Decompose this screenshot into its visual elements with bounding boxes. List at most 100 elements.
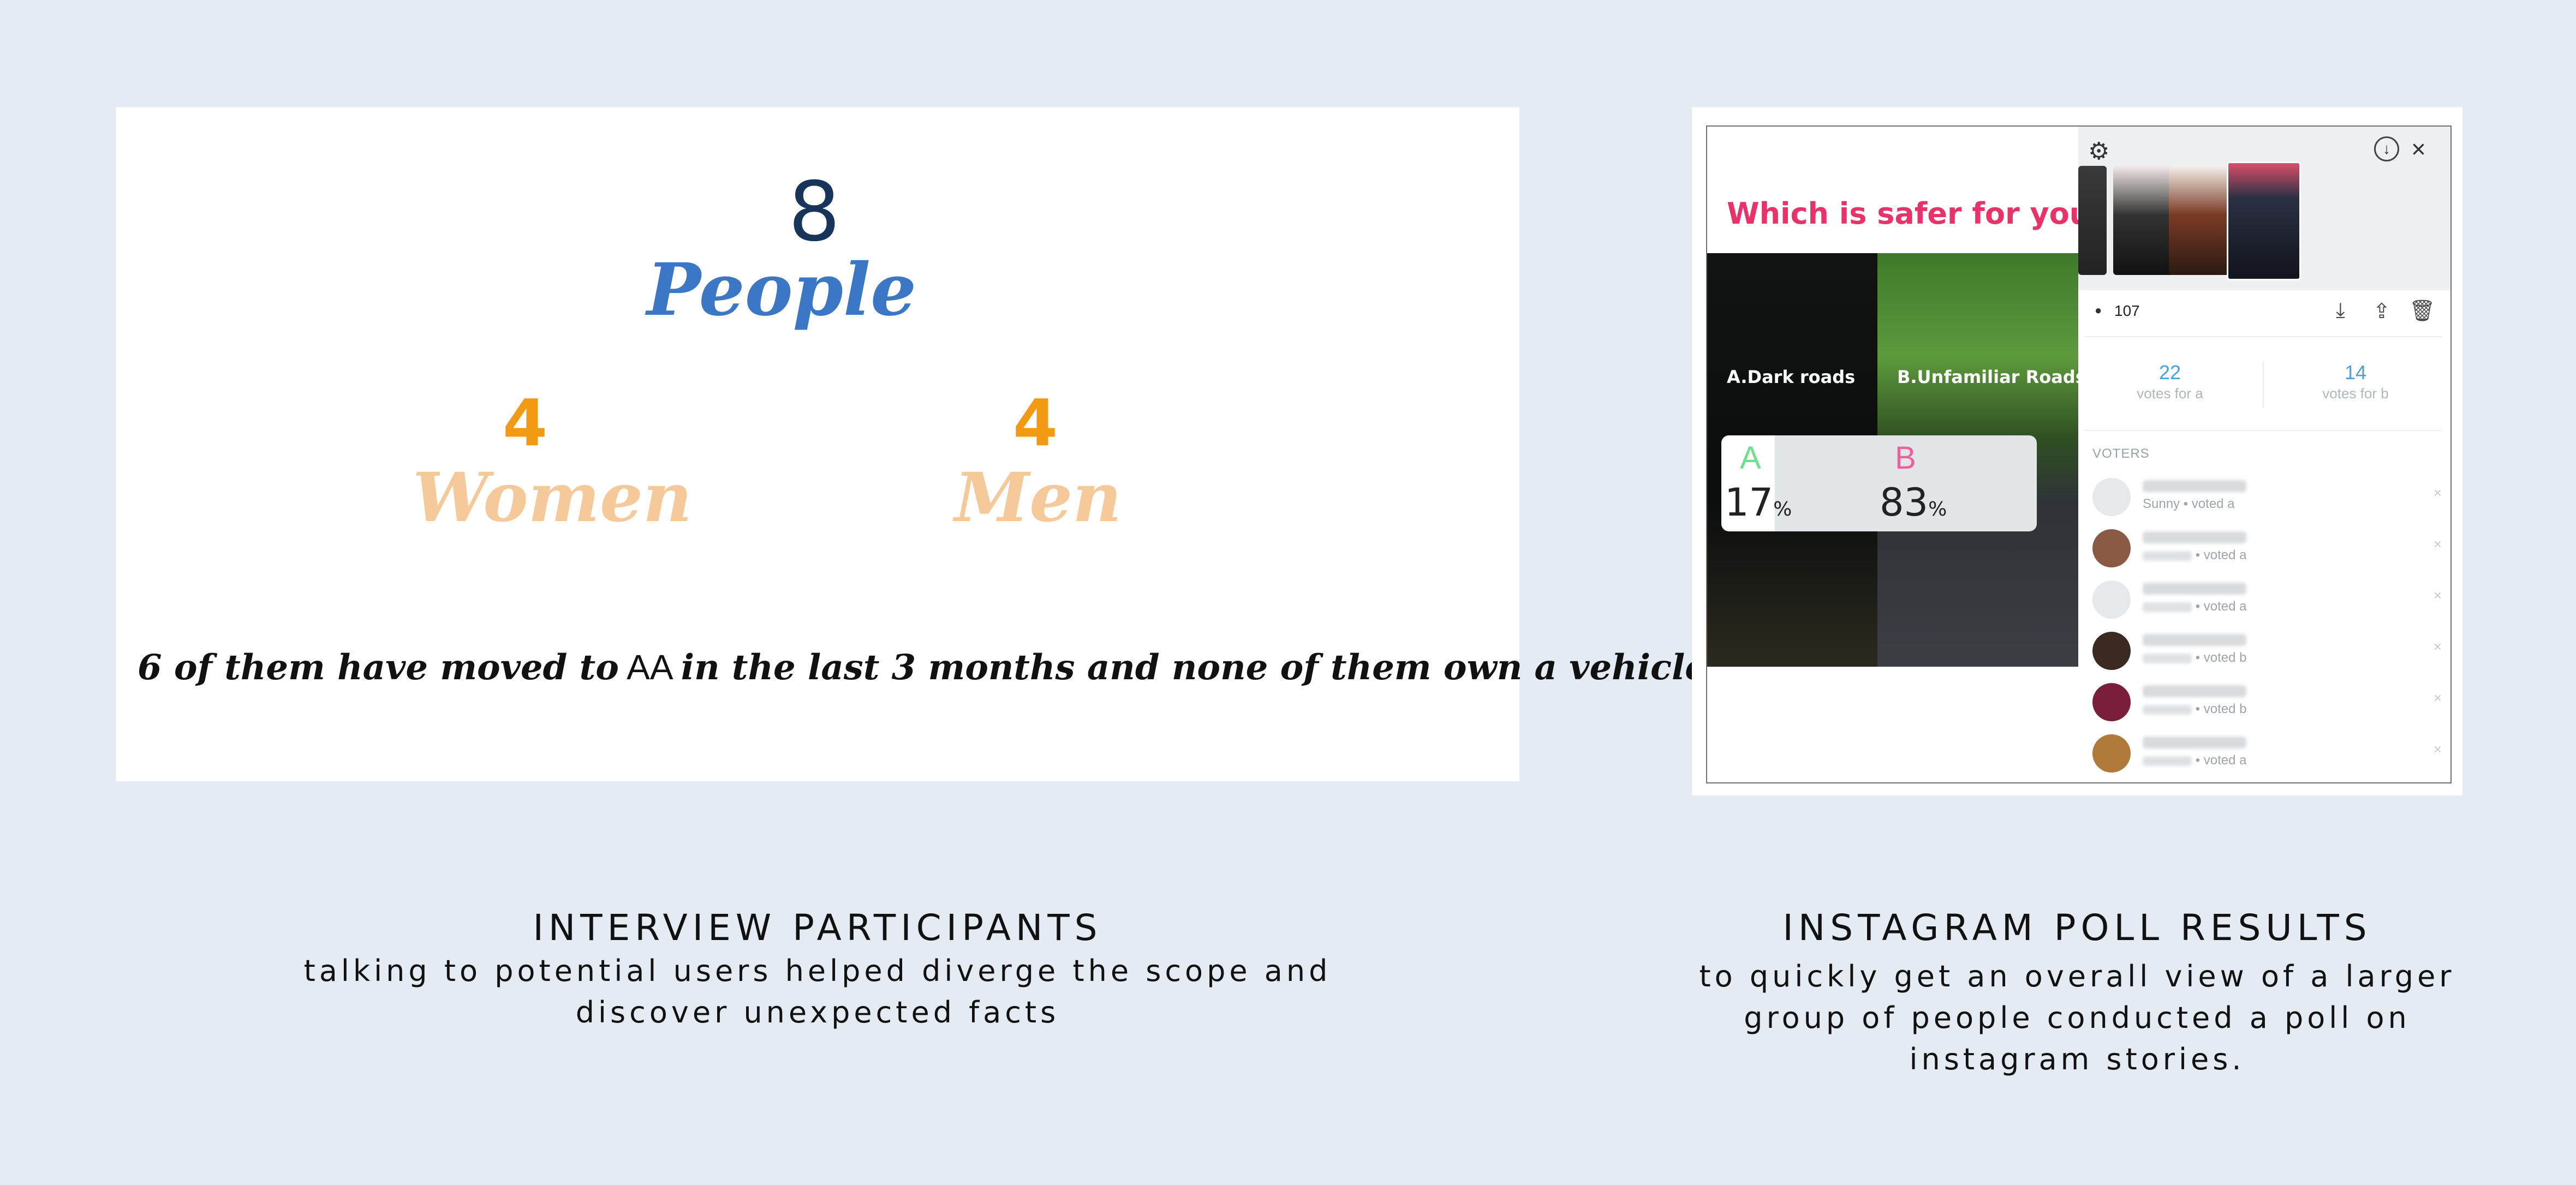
voter-row[interactable]: • voted a ×: [2092, 578, 2442, 622]
voter-name-blurred: [2143, 583, 2246, 595]
voter-display-name: [2143, 602, 2192, 612]
votes-b-tally: 14 votes for b: [2274, 361, 2437, 402]
download-circle-icon[interactable]: ↓: [2374, 136, 2399, 161]
voter-status: • voted a: [2143, 753, 2246, 768]
remove-voter-icon[interactable]: ×: [2434, 690, 2442, 707]
voter-name-blurred: [2143, 531, 2246, 543]
voter-row[interactable]: • voted a ×: [2092, 732, 2442, 776]
voter-row[interactable]: Sunny • voted a ×: [2092, 476, 2442, 519]
option-b-letter: B: [1895, 440, 1916, 476]
interview-caption-body: talking to potential users helped diverg…: [116, 950, 1519, 1033]
story-thumbnails-bar: ⚙ ↓ ×: [2078, 127, 2450, 290]
voter-vote: • voted a: [2192, 548, 2247, 562]
voter-status: • voted a: [2143, 599, 2246, 614]
interview-caption-line: discover unexpected facts: [575, 995, 1060, 1030]
story-preview: Which is safer for you? A.Dark roads B.U…: [1707, 127, 2159, 782]
tally-divider: [2263, 361, 2264, 408]
option-b-percent-sign: %: [1928, 498, 1947, 520]
interview-card: 8 People 4 Women 4 Men 6 of them have mo…: [116, 107, 1719, 781]
download-icon[interactable]: ⤓: [2336, 299, 2345, 322]
poll-card: Which is safer for you? A.Dark roads B.U…: [1692, 107, 2462, 795]
poll-question: Which is safer for you?: [1727, 196, 2108, 231]
poll-caption-line: to quickly get an overall view of a larg…: [1699, 959, 2455, 994]
voter-name-blurred: [2143, 480, 2246, 492]
share-icon[interactable]: ⇪: [2373, 299, 2390, 324]
statement-location: AA: [618, 648, 681, 687]
total-people-count: 8: [788, 165, 840, 260]
interview-caption-line: talking to potential users helped diverg…: [303, 954, 1332, 988]
men-label: Men: [954, 458, 1122, 537]
voter-row[interactable]: • voted a ×: [2092, 527, 2442, 571]
voter-display-name: [2143, 653, 2192, 663]
avatar: [2092, 632, 2131, 670]
remove-voter-icon[interactable]: ×: [2434, 536, 2442, 553]
interview-caption-title: INTERVIEW PARTICIPANTS: [533, 907, 1102, 949]
votes-b-label: votes for b: [2322, 385, 2389, 402]
story-thumbnail-selected[interactable]: [2227, 161, 2301, 280]
voter-status: • voted b: [2143, 702, 2246, 717]
voter-status: • voted b: [2143, 650, 2246, 666]
views-row: ● 107 ⤓ ⇪ 🗑: [2078, 296, 2450, 334]
voters-heading: VOTERS: [2092, 446, 2150, 461]
close-icon[interactable]: ×: [2411, 134, 2426, 164]
avatar: [2092, 734, 2131, 773]
votes-a-tally: 22 votes for a: [2088, 361, 2252, 402]
voter-vote: • voted a: [2192, 753, 2247, 768]
poll-screenshot: Which is safer for you? A.Dark roads B.U…: [1706, 125, 2452, 783]
votes-a-label: votes for a: [2137, 385, 2203, 402]
poll-caption-line: instagram stories.: [1909, 1042, 2245, 1076]
trash-icon[interactable]: 🗑: [2409, 299, 2435, 323]
voter-display-name: [2143, 704, 2192, 715]
voter-vote: • voted b: [2192, 650, 2247, 665]
votes-a-count: 22: [2158, 361, 2181, 384]
statement-part-1: 6 of them have moved to: [138, 647, 619, 688]
option-b-percent-value: 83: [1880, 480, 1929, 525]
women-label: Women: [412, 458, 693, 537]
views-count: 107: [2114, 302, 2140, 319]
avatar: [2092, 683, 2131, 721]
option-a-letter: A: [1740, 440, 1761, 476]
poll-caption-title: INSTAGRAM POLL RESULTS: [1782, 907, 2372, 949]
poll-result-box: A B 17% 83%: [1721, 435, 2037, 531]
voter-vote: • voted b: [2192, 702, 2247, 716]
voter-vote: • voted a: [2192, 599, 2247, 614]
option-a-label: A.Dark roads: [1727, 367, 1856, 387]
avatar: [2092, 478, 2131, 516]
men-count: 4: [1012, 385, 1058, 460]
voter-row[interactable]: • voted b ×: [2092, 630, 2442, 673]
poll-caption-line: group of people conducted a poll on: [1744, 1001, 2411, 1035]
avatar: [2092, 580, 2131, 619]
option-a-percent-value: 17: [1725, 480, 1774, 525]
divider: [2085, 430, 2442, 431]
story-thumbnail[interactable]: [2078, 166, 2107, 275]
voter-status: • voted a: [2143, 548, 2246, 563]
votes-b-count: 14: [2344, 361, 2367, 384]
voter-row[interactable]: • voted b ×: [2092, 681, 2442, 725]
option-a-percent-sign: %: [1773, 498, 1792, 520]
people-label: People: [646, 248, 917, 332]
women-count: 4: [502, 385, 548, 460]
poll-caption-body: to quickly get an overall view of a larg…: [1692, 956, 2462, 1080]
statement-part-2: in the last 3 months and none of them ow…: [681, 647, 1720, 688]
remove-voter-icon[interactable]: ×: [2434, 741, 2442, 758]
voter-name-blurred: [2143, 737, 2246, 749]
option-b-percent: 83%: [1880, 480, 1947, 525]
interview-statement: 6 of them have moved to AA in the last 3…: [138, 647, 1719, 688]
option-a-percent: 17%: [1725, 480, 1792, 525]
results-panel: ⚙ ↓ × ● 107 ⤓ ⇪ 🗑 22 votes for a 14 vote…: [2078, 127, 2450, 782]
gear-icon[interactable]: ⚙: [2088, 137, 2109, 165]
remove-voter-icon[interactable]: ×: [2434, 638, 2442, 655]
voter-name-blurred: [2143, 685, 2246, 697]
eye-icon: ●: [2095, 303, 2102, 317]
avatar: [2092, 529, 2131, 567]
remove-voter-icon[interactable]: ×: [2434, 587, 2442, 604]
option-b-label: B.Unfamiliar Roads: [1897, 367, 2086, 387]
voter-vote: • voted a: [2180, 496, 2235, 511]
voter-display-name: [2143, 550, 2192, 561]
voter-display-name: [2143, 756, 2192, 766]
voter-display-name: Sunny: [2143, 496, 2180, 511]
voter-name-blurred: [2143, 634, 2246, 646]
remove-voter-icon[interactable]: ×: [2434, 484, 2442, 501]
divider: [2085, 336, 2442, 337]
voter-status: Sunny • voted a: [2143, 496, 2235, 512]
